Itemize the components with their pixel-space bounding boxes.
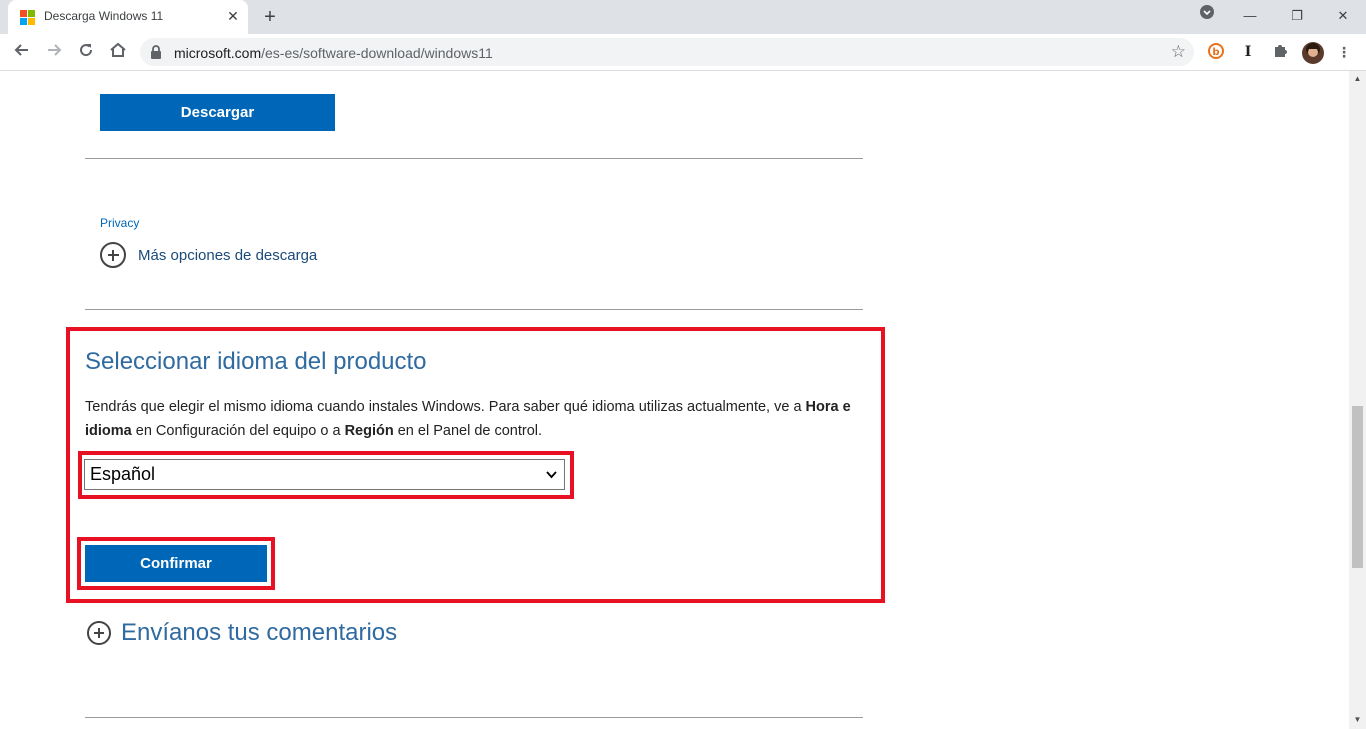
browser-tab[interactable]: Descarga Windows 11 ✕ — [8, 0, 248, 34]
divider — [85, 717, 863, 718]
puzzle-icon[interactable] — [1270, 42, 1290, 62]
restore-button[interactable]: ❐ — [1285, 4, 1309, 28]
desc-text: en Configuración del equipo o a — [131, 423, 345, 439]
extension-b-icon[interactable]: b — [1206, 42, 1226, 62]
star-icon[interactable]: ☆ — [1171, 42, 1186, 62]
download-button[interactable]: Descargar — [100, 94, 335, 131]
selected-language: Español — [90, 464, 156, 484]
feedback-label: Envíanos tus comentarios — [121, 619, 398, 646]
tab-title: Descarga Windows 11 — [44, 9, 164, 23]
svg-text:b: b — [1212, 47, 1219, 58]
lock-icon[interactable] — [150, 45, 162, 64]
feedback-link[interactable]: Envíanos tus comentarios — [87, 619, 397, 647]
language-select[interactable]: Español — [84, 459, 565, 490]
scrollbar-thumb[interactable] — [1352, 406, 1363, 568]
tab-strip: Descarga Windows 11 ✕ + — ❐ ✕ — [0, 0, 1366, 34]
language-section-title: Seleccionar idioma del producto — [85, 348, 427, 375]
tab-close-icon[interactable]: ✕ — [224, 7, 242, 25]
confirm-button[interactable]: Confirmar — [85, 545, 267, 582]
close-window-button[interactable]: ✕ — [1331, 4, 1355, 28]
url-path: /es-es/software-download/windows11 — [261, 45, 493, 61]
scroll-up-icon[interactable]: ▲ — [1353, 74, 1362, 83]
minimize-button[interactable]: — — [1238, 4, 1262, 28]
forward-icon[interactable] — [42, 40, 66, 64]
windows-logo-icon — [20, 10, 36, 26]
url-host: microsoft.com — [174, 45, 262, 61]
desc-bold-region: Región — [344, 423, 394, 439]
language-description: Tendrás que elegir el mismo idioma cuand… — [85, 395, 875, 443]
desc-text: en el Panel de control. — [393, 423, 543, 439]
page-scrollbar[interactable]: ▲ ▼ — [1349, 71, 1366, 729]
back-icon[interactable] — [10, 40, 34, 64]
plus-circle-icon — [100, 242, 126, 268]
privacy-link[interactable]: Privacy — [100, 216, 139, 230]
more-download-options[interactable]: Más opciones de descarga — [100, 242, 317, 268]
extension-i-icon[interactable]: I — [1238, 42, 1258, 62]
url-text: microsoft.com/es-es/software-download/wi… — [174, 45, 493, 61]
reload-icon[interactable] — [74, 40, 98, 64]
scroll-down-icon[interactable]: ▼ — [1353, 715, 1362, 724]
plus-circle-icon — [87, 621, 111, 645]
divider — [85, 309, 863, 310]
divider — [85, 158, 863, 159]
new-tab-button[interactable]: + — [259, 6, 281, 28]
home-icon[interactable] — [106, 40, 130, 64]
address-bar[interactable]: microsoft.com/es-es/software-download/wi… — [140, 38, 1194, 66]
menu-icon[interactable]: ⋮ — [1334, 42, 1354, 62]
avatar[interactable] — [1302, 42, 1324, 64]
page-viewport: Descargar Privacy Más opciones de descar… — [0, 71, 1349, 729]
browser-toolbar: microsoft.com/es-es/software-download/wi… — [0, 34, 1366, 71]
chevron-down-icon — [546, 460, 557, 500]
tab-search-icon[interactable] — [1195, 4, 1219, 28]
desc-text: Tendrás que elegir el mismo idioma cuand… — [85, 399, 806, 415]
more-options-label: Más opciones de descarga — [138, 246, 318, 264]
